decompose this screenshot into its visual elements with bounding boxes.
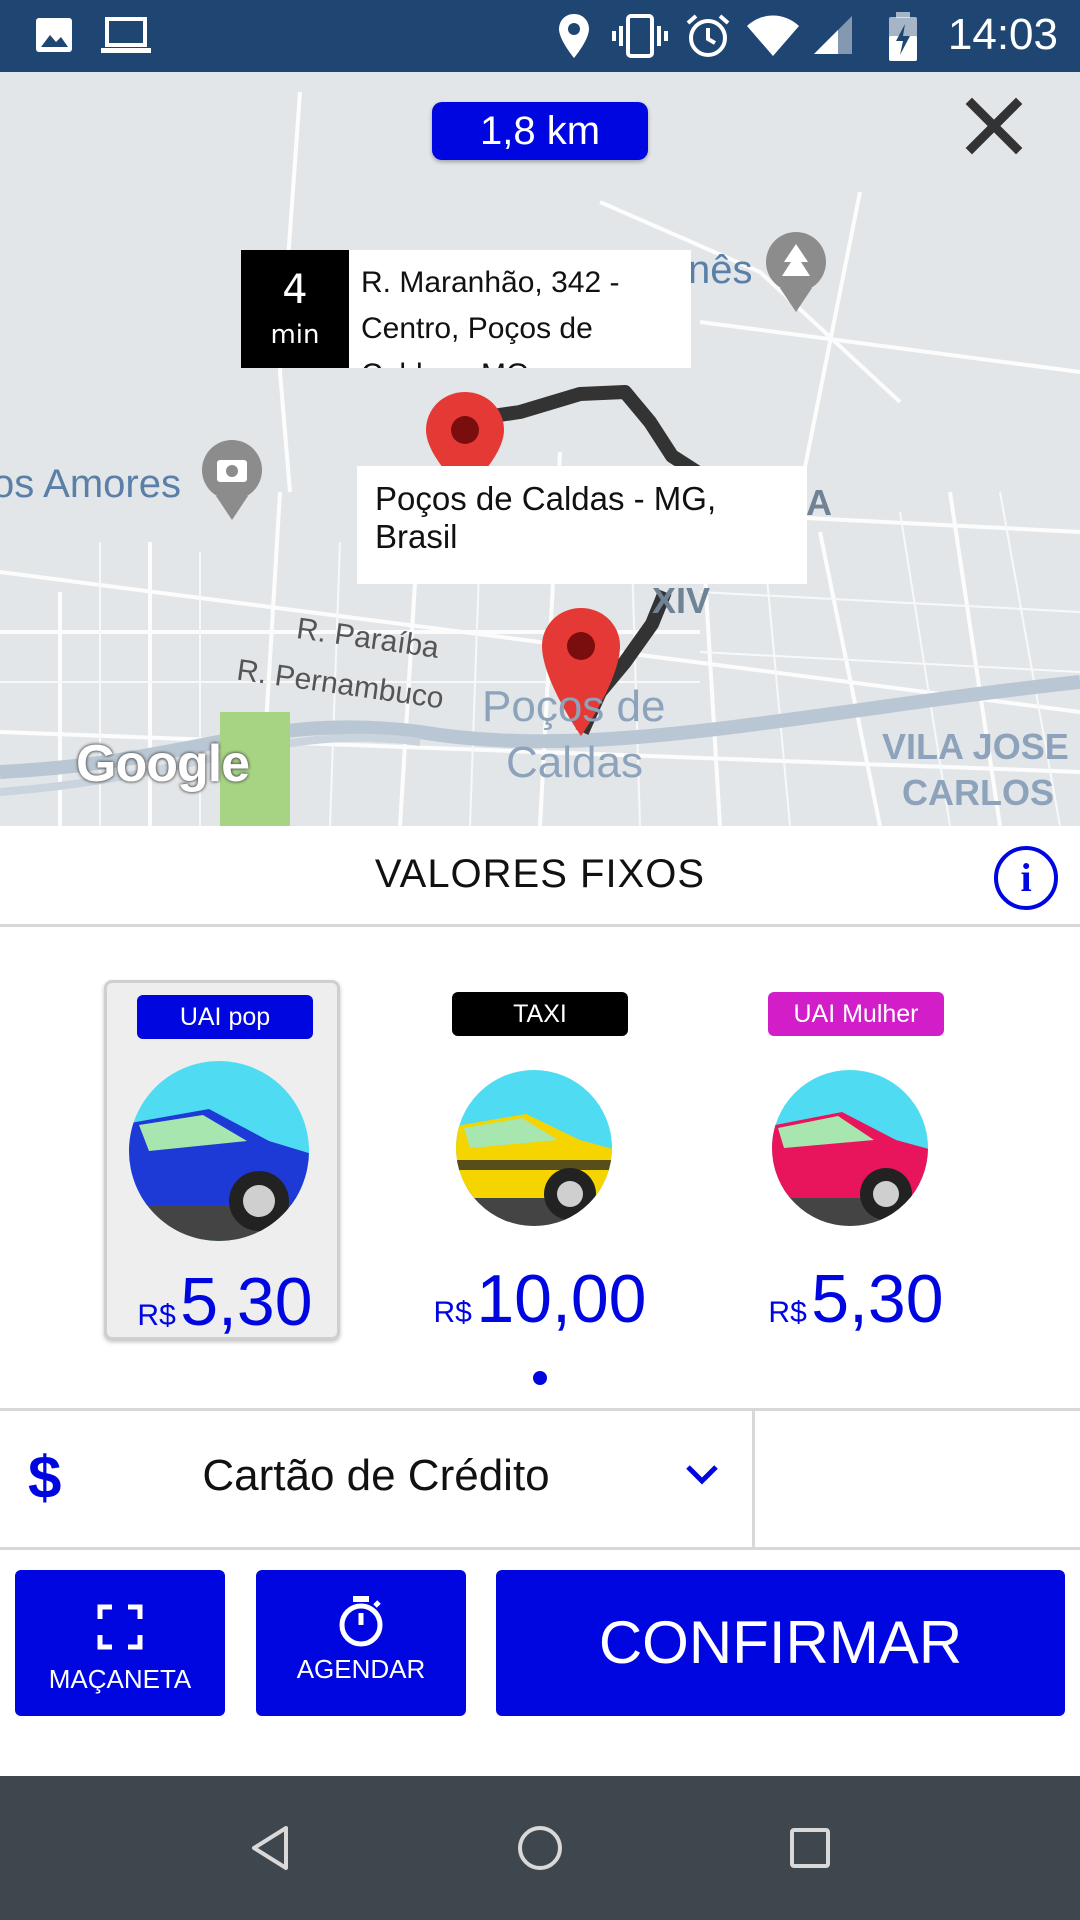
- taxi-icon: [456, 1070, 612, 1226]
- signal-icon: [814, 16, 852, 54]
- close-icon[interactable]: [964, 96, 1024, 156]
- macaneta-button[interactable]: MAÇANETA: [15, 1570, 225, 1716]
- back-icon[interactable]: [246, 1824, 294, 1872]
- map-label-xiv: XIV: [652, 580, 711, 621]
- eta-value: 4: [282, 267, 308, 313]
- vibrate-icon: [612, 14, 668, 58]
- map-label-a: A: [806, 482, 832, 523]
- option-price: R$ 5,30: [137, 1264, 313, 1340]
- alarm-icon: [686, 14, 730, 57]
- route-map[interactable]: os Amores nês A XIV R. Paraíba R. Pernam…: [0, 72, 1080, 826]
- google-logo: Google: [76, 735, 250, 793]
- wifi-icon: [747, 15, 799, 56]
- payment-selector[interactable]: $ Cartão de Crédito: [0, 1408, 1080, 1550]
- car-icon: [772, 1070, 928, 1226]
- eta-unit: min: [270, 320, 320, 350]
- option-badge: TAXI: [452, 992, 628, 1036]
- image-icon: [36, 18, 72, 52]
- section-header: VALORES FIXOS i: [0, 826, 1080, 927]
- laptop-icon: [101, 17, 151, 53]
- map-label-city-2: Caldas: [506, 738, 643, 787]
- stopwatch-icon: [339, 1596, 383, 1647]
- option-badge: UAI Mulher: [768, 992, 944, 1036]
- option-taxi[interactable]: TAXI R$ 10,00: [422, 980, 658, 1340]
- payment-method: Cartão de Crédito: [202, 1451, 550, 1500]
- park-marker-icon: [766, 232, 826, 312]
- recents-icon[interactable]: [786, 1824, 834, 1872]
- option-badge: UAI pop: [137, 995, 313, 1039]
- pager-dot: [533, 1371, 547, 1385]
- map-label-amores: os Amores: [0, 462, 181, 506]
- option-uai-mulher[interactable]: UAI Mulher R$ 5,30: [738, 980, 974, 1340]
- macaneta-label: MAÇANETA: [48, 1664, 192, 1694]
- battery-charging-icon: [889, 12, 917, 61]
- option-price: R$ 5,30: [768, 1261, 944, 1337]
- navigation-bar: [0, 1776, 1080, 1920]
- section-title: VALORES FIXOS: [374, 852, 706, 896]
- distance-badge: 1,8 km: [432, 102, 648, 160]
- map-label-vila-2: CARLOS: [902, 772, 1054, 813]
- agendar-label: AGENDAR: [296, 1654, 426, 1684]
- chevron-down-icon[interactable]: [684, 1463, 720, 1487]
- confirm-button[interactable]: CONFIRMAR: [496, 1570, 1065, 1716]
- home-icon[interactable]: [516, 1824, 564, 1872]
- divider: [752, 1411, 755, 1547]
- option-price: R$ 10,00: [433, 1261, 647, 1337]
- origin-address: R. Maranhão, 342 - Centro, Poços de Cald…: [349, 250, 691, 368]
- option-uai-pop[interactable]: UAI pop R$ 5,30: [104, 980, 340, 1340]
- map-label-vila-1: VILA JOSE: [882, 726, 1069, 767]
- destination-address: Poços de Caldas - MG, Brasil: [357, 466, 807, 584]
- agendar-button[interactable]: AGENDAR: [256, 1570, 466, 1716]
- confirm-label: CONFIRMAR: [598, 1609, 963, 1676]
- info-icon[interactable]: i: [994, 846, 1058, 910]
- map-label-city-1: Poços de: [482, 682, 666, 731]
- eta-box: 4 min: [241, 250, 349, 368]
- location-icon: [559, 14, 589, 58]
- map-label-nes: nês: [688, 248, 753, 292]
- car-icon: [129, 1061, 309, 1241]
- clock: 14:03: [947, 10, 1058, 59]
- status-bar: 14:03: [0, 0, 1080, 72]
- photo-marker-icon: [202, 440, 262, 520]
- fullscreen-icon: [97, 1604, 143, 1650]
